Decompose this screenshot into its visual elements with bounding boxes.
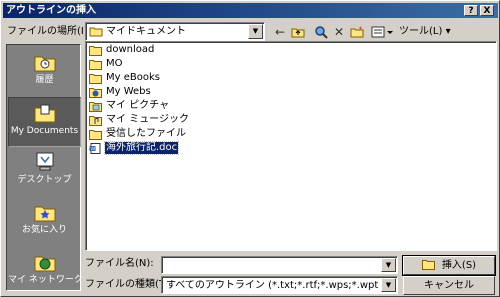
place-favorites[interactable]: お気に入り	[8, 197, 81, 247]
tools-menu[interactable]: ツール(L) ▾	[399, 26, 451, 38]
filename-label: ファイル名(N):	[85, 258, 154, 269]
new-folder-icon[interactable]: *	[349, 24, 365, 40]
music-folder-icon	[89, 115, 102, 126]
list-item[interactable]: My eBooks	[89, 71, 161, 85]
chevron-down-icon: ▾	[445, 26, 451, 37]
look-in-combo[interactable]: マイドキュメント ▼	[85, 22, 265, 41]
place-my-network[interactable]: マイ ネットワーク	[8, 247, 83, 297]
list-item-selected[interactable]: W 海外旅行記.doc	[89, 141, 180, 155]
list-item[interactable]: download	[89, 43, 155, 57]
window-title: アウトラインの挿入	[6, 5, 96, 16]
folder-icon	[89, 27, 103, 37]
folder-icon	[89, 59, 102, 70]
cancel-button[interactable]: キャンセル	[403, 276, 495, 295]
folder-icon	[421, 260, 435, 270]
svg-text:W: W	[91, 146, 96, 152]
history-folder-icon	[34, 56, 55, 72]
help-button[interactable]: ?	[464, 5, 478, 16]
network-globe-icon	[34, 256, 55, 272]
search-web-icon[interactable]	[312, 24, 330, 40]
place-desktop[interactable]: デスクトップ	[8, 147, 81, 197]
place-history[interactable]: 履歴	[8, 47, 81, 97]
chevron-down-icon[interactable]: ▼	[248, 24, 263, 39]
favorites-folder-icon	[34, 206, 55, 222]
svg-text:*: *	[359, 26, 362, 33]
insert-button-label: 挿入(S)	[441, 260, 477, 271]
list-item[interactable]: マイ ミュージック	[89, 113, 190, 127]
filetype-select[interactable]: すべてのアウトライン (*.txt;*.rtf;*.wps;*.wpt;*.do…	[161, 276, 398, 294]
list-item[interactable]: マイ ピクチャ	[89, 99, 170, 113]
insert-outline-dialog: アウトラインの挿入 ? X ファイルの場所(I): マイドキュメント ▼ ← ✕…	[0, 0, 500, 297]
list-item[interactable]: My Webs	[89, 85, 152, 99]
my-documents-folder-icon	[34, 104, 55, 123]
pictures-folder-icon	[89, 101, 102, 112]
chevron-down-icon[interactable]: ▼	[381, 278, 396, 292]
back-arrow-icon[interactable]: ←	[272, 24, 288, 40]
folder-icon	[89, 129, 102, 140]
web-folder-icon	[89, 87, 102, 98]
views-icon[interactable]	[369, 24, 395, 40]
place-my-documents[interactable]: My Documents	[8, 97, 81, 147]
delete-icon[interactable]: ✕	[331, 24, 347, 40]
filetype-label: ファイルの種類(T):	[85, 279, 173, 290]
word-document-icon: W	[89, 142, 101, 154]
folder-icon	[89, 45, 102, 56]
places-bar: 履歴 My Documents デスクトップ お気に入り マイ ネットワーク	[6, 44, 83, 291]
list-item[interactable]: 受信したファイル	[89, 127, 187, 141]
list-item[interactable]: MO	[89, 57, 124, 71]
tools-menu-label: ツール(L)	[399, 26, 443, 37]
filename-input[interactable]: ▼	[161, 256, 398, 274]
desktop-icon	[36, 152, 53, 171]
chevron-down-icon[interactable]: ▼	[381, 258, 396, 272]
file-list[interactable]: download MO My eBooks My Webs マイ ピクチャ マイ…	[85, 41, 497, 251]
insert-button[interactable]: 挿入(S)	[402, 255, 496, 276]
folder-icon	[89, 73, 102, 84]
close-button[interactable]: X	[480, 5, 494, 16]
title-bar: アウトラインの挿入 ? X	[3, 3, 498, 18]
look-in-label: ファイルの場所(I):	[7, 26, 92, 37]
look-in-value: マイドキュメント	[106, 26, 186, 37]
up-folder-icon[interactable]	[290, 24, 306, 40]
